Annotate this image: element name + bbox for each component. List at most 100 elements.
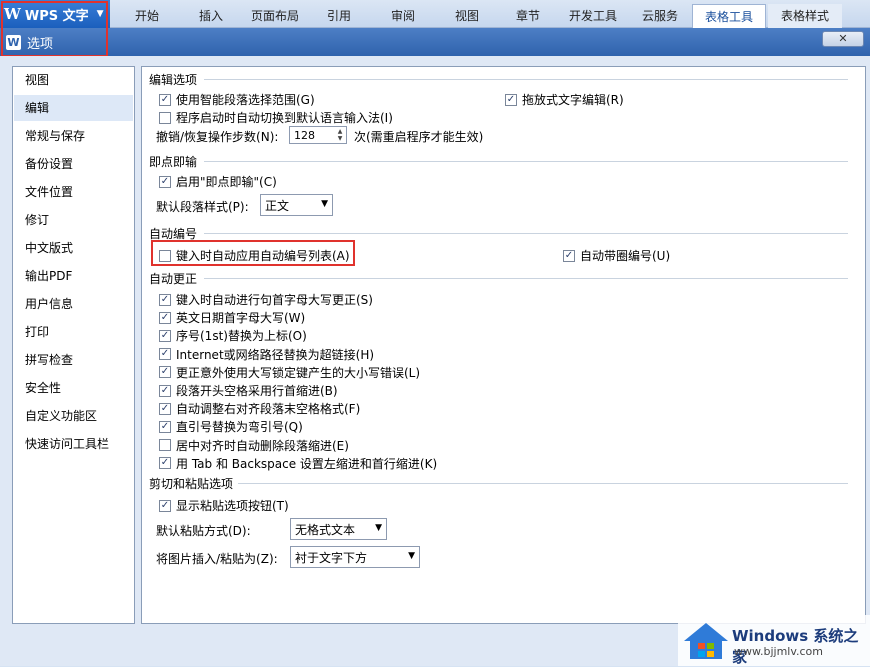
sidebar-item-quick-access-toolbar[interactable]: 快速访问工具栏 <box>14 431 133 457</box>
sidebar-item-spellcheck[interactable]: 拼写检查 <box>14 347 133 373</box>
undo-steps-spinner[interactable]: 128 ▲ ▼ <box>289 126 347 144</box>
undo-steps-suffix-row: 次(需重启程序才能生效) <box>354 128 483 145</box>
tab-references[interactable]: 引用 <box>308 4 370 28</box>
auto-correct-option[interactable]: ✓ 用 Tab 和 Backspace 设置左缩进和首行缩进(K) <box>159 455 437 472</box>
sidebar-item-backup[interactable]: 备份设置 <box>14 151 133 177</box>
tab-insert[interactable]: 插入 <box>180 4 242 28</box>
instant-input-option[interactable]: ✓ 启用"即点即输"(C) <box>159 173 277 190</box>
sidebar-item-security[interactable]: 安全性 <box>14 375 133 401</box>
default-paste-value: 无格式文本 <box>295 522 356 537</box>
default-style-row: 默认段落样式(P): <box>156 198 249 215</box>
checkbox-checked[interactable]: ✓ <box>159 311 171 324</box>
checkbox-checked[interactable]: ✓ <box>159 384 171 397</box>
watermark-url: www.bjjmlv.com <box>734 645 823 658</box>
sidebar-item-customize-ribbon[interactable]: 自定义功能区 <box>14 403 133 429</box>
auto-correct-option-label: Internet或网络路径替换为超链接(H) <box>176 347 375 362</box>
auto-correct-option[interactable]: ✓ 直引号替换为弯引号(Q) <box>159 418 303 435</box>
chevron-down-icon: ▼ <box>321 199 328 209</box>
auto-correct-option[interactable]: 居中对齐时自动删除段落缩进(E) <box>159 437 349 454</box>
sidebar-item-print[interactable]: 打印 <box>14 319 133 345</box>
default-style-value: 正文 <box>265 198 290 213</box>
house-logo-icon <box>684 623 728 659</box>
insert-image-value: 衬于文字下方 <box>295 550 368 565</box>
close-button[interactable]: ✕ <box>822 31 864 47</box>
sidebar-item-general-save[interactable]: 常规与保存 <box>14 123 133 149</box>
auto-correct-option[interactable]: ✓ 更正意外使用大写锁定键产生的大小写错误(L) <box>159 364 420 381</box>
sidebar-item-edit[interactable]: 编辑 <box>14 95 133 121</box>
dialog-title-bar: W 选项 <box>0 28 870 56</box>
insert-image-row: 将图片插入/粘贴为(Z): <box>156 550 278 567</box>
undo-steps-row: 撤销/恢复操作步数(N): <box>156 128 278 145</box>
checkbox-checked[interactable]: ✓ <box>159 457 171 470</box>
sidebar-item-chinese-layout[interactable]: 中文版式 <box>14 235 133 261</box>
checkbox-checked[interactable]: ✓ <box>159 329 171 342</box>
chevron-down-icon: ▼ <box>408 551 415 561</box>
checkbox-checked[interactable]: ✓ <box>159 348 171 361</box>
highlight-box-auto-list <box>151 240 355 266</box>
auto-correct-option-label: 更正意外使用大写锁定键产生的大小写错误(L) <box>176 365 421 380</box>
auto-correct-option[interactable]: ✓ 自动调整右对齐段落末空格格式(F) <box>159 400 360 417</box>
auto-correct-option[interactable]: ✓ 序号(1st)替换为上标(O) <box>159 327 307 344</box>
sidebar-item-export-pdf[interactable]: 输出PDF <box>14 263 133 289</box>
show-paste-button-option[interactable]: ✓ 显示粘贴选项按钮(T) <box>159 497 289 514</box>
default-style-label: 默认段落样式(P): <box>156 200 249 214</box>
checkbox-checked[interactable]: ✓ <box>505 93 517 106</box>
sidebar-item-view[interactable]: 视图 <box>14 67 133 93</box>
auto-correct-option[interactable]: ✓ 英文日期首字母大写(W) <box>159 309 305 326</box>
site-watermark: Windows 系统之家 www.bjjmlv.com <box>678 615 870 666</box>
divider <box>204 79 848 80</box>
auto-ime-option[interactable]: 程序启动时自动切换到默认语言输入法(I) <box>159 109 393 126</box>
spin-arrows-icon[interactable]: ▲ ▼ <box>335 128 345 142</box>
checkbox-checked[interactable]: ✓ <box>159 175 171 188</box>
checkbox-checked[interactable]: ✓ <box>159 93 171 106</box>
sidebar-item-user-info[interactable]: 用户信息 <box>14 291 133 317</box>
drag-drop-option[interactable]: ✓ 拖放式文字编辑(R) <box>505 91 624 108</box>
divider <box>204 233 848 234</box>
default-style-select[interactable]: 正文 ▼ <box>260 194 333 216</box>
section-title-cut-paste: 剪切和粘贴选项 <box>149 477 234 491</box>
highlight-box-app-title <box>1 1 108 57</box>
auto-correct-option[interactable]: ✓ 段落开头空格采用行首缩进(B) <box>159 382 338 399</box>
auto-correct-option-label: 直引号替换为弯引号(Q) <box>176 420 303 435</box>
auto-correct-option-label: 用 Tab 和 Backspace 设置左缩进和首行缩进(K) <box>176 456 438 471</box>
checkbox-checked[interactable]: ✓ <box>159 402 171 415</box>
checkbox-unchecked[interactable] <box>159 111 171 124</box>
section-title-auto-correct: 自动更正 <box>149 272 198 286</box>
tab-review[interactable]: 审阅 <box>372 4 434 28</box>
auto-correct-option[interactable]: ✓ Internet或网络路径替换为超链接(H) <box>159 346 374 363</box>
auto-correct-option-label: 自动调整右对齐段落末空格格式(F) <box>176 402 361 417</box>
checkbox-checked[interactable]: ✓ <box>159 293 171 306</box>
auto-correct-option-label: 居中对齐时自动删除段落缩进(E) <box>176 438 349 453</box>
auto-correct-option-label: 键入时自动进行句首字母大写更正(S) <box>176 293 373 307</box>
options-category-list: 视图 编辑 常规与保存 备份设置 文件位置 修订 中文版式 输出PDF 用户信息… <box>12 66 135 624</box>
divider <box>204 161 848 162</box>
sidebar-item-revision[interactable]: 修订 <box>14 207 133 233</box>
tab-start[interactable]: 开始 <box>116 4 178 28</box>
insert-image-select[interactable]: 衬于文字下方 ▼ <box>290 546 420 568</box>
tab-table-tools[interactable]: 表格工具 <box>692 4 766 28</box>
tab-table-style[interactable]: 表格样式 <box>768 4 842 28</box>
checkbox-checked[interactable]: ✓ <box>159 420 171 433</box>
auto-correct-option-label: 序号(1st)替换为上标(O) <box>176 329 307 344</box>
smart-select-option[interactable]: ✓ 使用智能段落选择范围(G) <box>159 91 315 108</box>
divider <box>238 483 848 484</box>
default-paste-select[interactable]: 无格式文本 ▼ <box>290 518 387 540</box>
checkbox-checked[interactable]: ✓ <box>159 366 171 379</box>
checkbox-checked[interactable]: ✓ <box>563 249 575 262</box>
tab-page-layout[interactable]: 页面布局 <box>244 4 306 28</box>
undo-steps-value: 128 <box>294 128 315 142</box>
tab-section[interactable]: 章节 <box>500 4 556 28</box>
sidebar-item-file-location[interactable]: 文件位置 <box>14 179 133 205</box>
checkbox-checked[interactable]: ✓ <box>159 499 171 512</box>
checkbox-unchecked[interactable] <box>159 439 171 452</box>
section-title-edit-options: 编辑选项 <box>149 73 198 87</box>
undo-steps-suffix: 次(需重启程序才能生效) <box>354 130 484 144</box>
tab-cloud[interactable]: 云服务 <box>630 4 690 28</box>
options-edit-panel: 编辑选项 ✓ 使用智能段落选择范围(G) ✓ 拖放式文字编辑(R) 程序启动时自… <box>141 66 866 624</box>
tab-view[interactable]: 视图 <box>436 4 498 28</box>
tab-developer[interactable]: 开发工具 <box>558 4 628 28</box>
auto-circled-option[interactable]: ✓ 自动带圈编号(U) <box>563 247 670 264</box>
chevron-down-icon: ▼ <box>375 523 382 533</box>
auto-correct-option[interactable]: ✓ 键入时自动进行句首字母大写更正(S) <box>159 291 373 308</box>
ribbon-tab-bar: W WPS 文字 ▼ 开始 插入 页面布局 引用 审阅 视图 章节 开发工具 云… <box>0 0 870 28</box>
